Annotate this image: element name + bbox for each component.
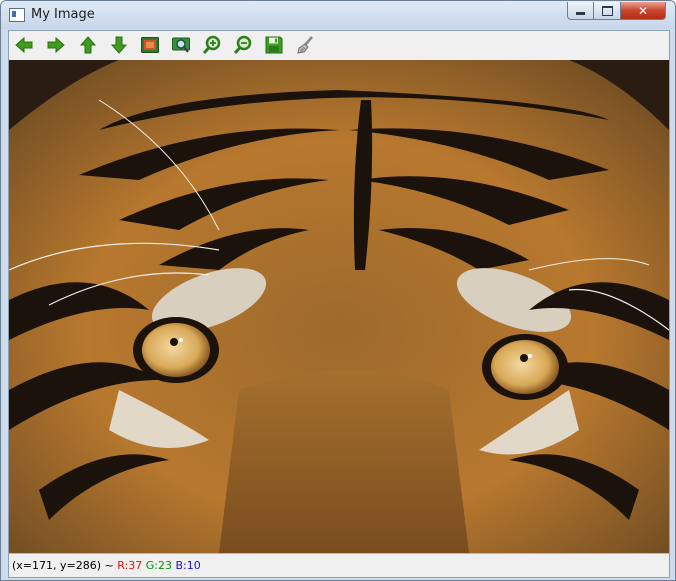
toolbar bbox=[9, 31, 669, 60]
close-icon: ✕ bbox=[637, 3, 649, 18]
fit-image-button[interactable] bbox=[139, 34, 161, 56]
arrow-left-icon bbox=[15, 36, 33, 54]
save-button[interactable] bbox=[263, 34, 285, 56]
window-title: My Image bbox=[31, 7, 95, 22]
image-fit-icon bbox=[141, 37, 159, 53]
zoom-in-icon bbox=[202, 35, 221, 55]
arrow-down-icon bbox=[110, 36, 128, 54]
zoom-area-icon bbox=[172, 37, 190, 53]
window-app-icon bbox=[9, 8, 25, 22]
zoom-in-button[interactable] bbox=[201, 34, 223, 56]
arrow-right-icon bbox=[47, 36, 65, 54]
pixel-blue-value: B:10 bbox=[175, 559, 201, 572]
arrow-up-icon bbox=[79, 36, 97, 54]
title-bar[interactable]: My Image ✕ bbox=[1, 1, 675, 29]
maximize-button[interactable] bbox=[593, 2, 621, 20]
minimize-button[interactable] bbox=[567, 2, 594, 20]
properties-brush-icon bbox=[297, 36, 313, 54]
pan-left-button[interactable] bbox=[13, 34, 35, 56]
zoom-out-icon bbox=[233, 35, 252, 55]
pan-up-button[interactable] bbox=[77, 34, 99, 56]
image-window: My Image ✕ (x=171, y=286) ~ R:37 G:23 B:… bbox=[0, 0, 676, 581]
cursor-coordinates: (x=171, y=286) ~ bbox=[12, 559, 118, 572]
minimize-icon bbox=[576, 12, 585, 15]
save-icon bbox=[265, 36, 283, 54]
properties-button[interactable] bbox=[294, 34, 316, 56]
pan-down-button[interactable] bbox=[108, 34, 130, 56]
zoom-out-button[interactable] bbox=[232, 34, 254, 56]
client-area: (x=171, y=286) ~ R:37 G:23 B:10 bbox=[8, 30, 670, 578]
zoom-area-button[interactable] bbox=[170, 34, 192, 56]
close-button[interactable]: ✕ bbox=[620, 2, 666, 20]
pan-right-button[interactable] bbox=[45, 34, 67, 56]
status-bar: (x=171, y=286) ~ R:37 G:23 B:10 bbox=[9, 553, 669, 577]
pixel-red-value: R:37 bbox=[117, 559, 143, 572]
image-canvas[interactable] bbox=[9, 60, 669, 553]
pixel-green-value: G:23 bbox=[145, 559, 172, 572]
maximize-icon bbox=[601, 5, 613, 16]
tiger-face-image bbox=[9, 60, 669, 553]
